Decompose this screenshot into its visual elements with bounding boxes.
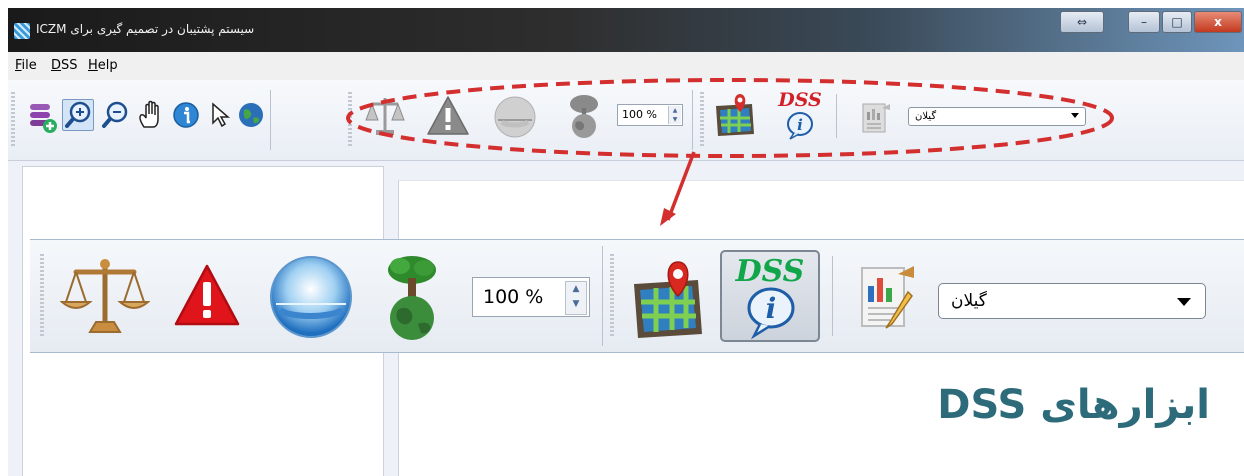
zoom-spinner[interactable]: ▲ ▼ (668, 106, 681, 124)
zoom-level-input[interactable]: 100 % ▲ ▼ (472, 277, 590, 317)
map-grid-pin-icon[interactable] (712, 92, 758, 138)
resize-button[interactable]: ⇔ (1060, 11, 1104, 33)
weather-icon[interactable] (492, 94, 538, 140)
app-window: سیستم پشتیبان در تصمیم گیری برای ICZM ⇔ … (8, 8, 1244, 476)
zoom-level-input[interactable]: 100 % ▲ ▼ (617, 104, 683, 126)
dss-toolbar-zoomed: 100 % ▲ ▼ DSS i گیلان (30, 239, 1244, 353)
main-toolbar: 100 % ▲ ▼ DSS i گیلان (8, 80, 1244, 161)
scales-icon[interactable] (60, 254, 150, 338)
menu-bar: File DSS Help (8, 52, 1244, 81)
zoom-level-value: 100 % (483, 286, 544, 308)
toolbar-separator (602, 246, 603, 346)
app-logo-icon (14, 23, 30, 39)
report-icon[interactable] (860, 98, 894, 138)
menu-help[interactable]: Help (88, 58, 118, 73)
dss-logo-text: DSS (778, 89, 822, 111)
map-grid-pin-icon[interactable] (628, 256, 708, 342)
province-dropdown-value: گیلان (915, 111, 937, 122)
dss-tools-caption: ابزارهای DSS (937, 382, 1210, 428)
tree-globe-icon[interactable] (564, 92, 604, 142)
chevron-down-icon (1071, 113, 1079, 118)
dss-info-icon[interactable]: DSS i (778, 90, 822, 144)
report-icon[interactable] (856, 256, 920, 336)
toolbar-grip (40, 254, 44, 338)
warning-icon[interactable] (172, 262, 242, 332)
toolbar-separator (832, 256, 833, 336)
window-title: سیستم پشتیبان در تصمیم گیری برای ICZM (36, 22, 255, 36)
province-dropdown[interactable]: گیلان (938, 283, 1206, 319)
toolbar-grip (348, 92, 352, 148)
province-dropdown[interactable]: گیلان (908, 107, 1086, 126)
zoom-in-icon (65, 101, 91, 128)
dss-logo-text: DSS (735, 254, 805, 289)
speech-info-icon: i (787, 112, 813, 140)
globe-icon[interactable] (236, 100, 266, 130)
speech-info-icon: i (747, 287, 795, 340)
dss-info-button[interactable]: DSS i (720, 250, 820, 342)
add-layer-icon[interactable] (28, 102, 58, 134)
menu-dss[interactable]: DSS (51, 58, 78, 73)
maximize-button[interactable]: □ (1162, 11, 1192, 33)
toolbar-grip (11, 92, 15, 148)
zoom-out-icon[interactable] (100, 100, 130, 130)
toolbar-separator (270, 90, 271, 150)
svg-text:i: i (766, 292, 777, 325)
pan-hand-icon[interactable] (136, 99, 166, 131)
zoom-spinner[interactable]: ▲ ▼ (565, 281, 587, 315)
zoom-level-value: 100 % (622, 108, 657, 121)
toolbar-grip (700, 92, 704, 148)
scales-icon[interactable] (362, 94, 408, 138)
province-dropdown-value: گیلان (951, 291, 987, 311)
minimize-button[interactable]: – (1128, 11, 1160, 33)
toolbar-separator (836, 94, 837, 138)
info-icon[interactable] (172, 101, 200, 129)
svg-text:i: i (797, 116, 803, 134)
tree-globe-icon[interactable] (380, 252, 444, 344)
menu-file[interactable]: File (15, 58, 37, 73)
toolbar-grip (610, 254, 614, 338)
chevron-down-icon (1177, 298, 1191, 306)
close-button[interactable]: x (1194, 11, 1242, 33)
weather-icon[interactable] (268, 254, 354, 340)
warning-icon[interactable] (426, 94, 470, 138)
title-bar: سیستم پشتیبان در تصمیم گیری برای ICZM ⇔ … (8, 8, 1244, 52)
toolbar-separator (692, 90, 693, 150)
zoom-in-button[interactable] (62, 99, 94, 131)
pointer-icon[interactable] (208, 101, 232, 129)
